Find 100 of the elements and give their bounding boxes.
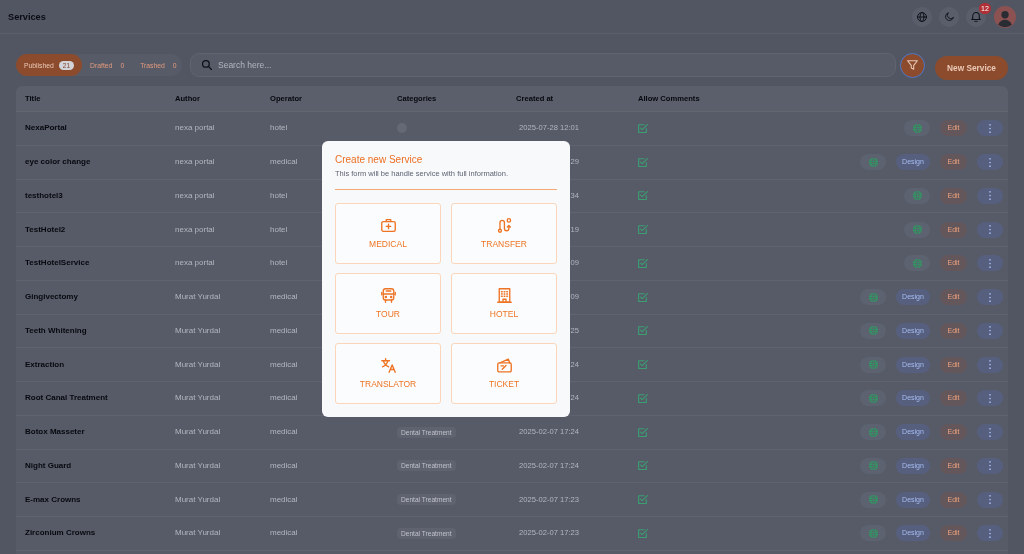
ticket-icon [496, 358, 512, 373]
author-name: Murat Yurdal [175, 460, 221, 471]
service-type-option[interactable]: MEDICAL [335, 203, 441, 264]
operator-type: hotel [270, 258, 288, 269]
globe-icon [912, 258, 922, 268]
globe-button[interactable] [860, 322, 886, 339]
operator-type: medical [270, 427, 298, 438]
author-name: Murat Yurdal [175, 359, 221, 370]
more-button[interactable] [977, 390, 1003, 407]
more-button[interactable] [977, 491, 1003, 508]
search-field[interactable]: Search here... [190, 53, 896, 77]
author-name: nexa portal [175, 224, 215, 235]
more-button[interactable] [977, 457, 1003, 474]
more-button[interactable] [977, 154, 1003, 171]
globe-button[interactable] [904, 120, 930, 137]
author-name: Murat Yurdal [175, 427, 221, 438]
bus-icon [380, 288, 396, 303]
author-name: Murat Yurdal [175, 325, 221, 336]
globe-icon [912, 123, 922, 133]
dialog-title: Create new Service [335, 154, 424, 166]
more-button[interactable] [977, 525, 1003, 542]
service-type-option[interactable]: TRANSFER [451, 203, 557, 264]
service-type-option[interactable]: TICKET [451, 343, 557, 404]
service-type-option[interactable]: TOUR [335, 273, 441, 334]
service-title: Zirconium Crowns [25, 528, 96, 539]
author-name: Murat Yurdal [175, 494, 221, 505]
author-name: Murat Yurdal [175, 292, 221, 303]
theme-button[interactable] [939, 6, 959, 27]
more-button[interactable] [977, 120, 1003, 137]
service-title: E-max Crowns [25, 494, 81, 505]
service-title: Night Guard [25, 460, 72, 471]
globe-button[interactable] [904, 221, 930, 238]
more-button[interactable] [977, 221, 1003, 238]
operator-type: medical [270, 359, 298, 370]
author-name: nexa portal [175, 258, 215, 269]
operator-type: hotel [270, 224, 288, 235]
service-type-option[interactable]: HOTEL [451, 273, 557, 334]
operator-type: hotel [270, 123, 288, 134]
search-icon [202, 60, 212, 70]
globe-icon [868, 157, 878, 167]
globe-button[interactable] [860, 289, 886, 306]
globe-button[interactable] [860, 424, 886, 441]
author-name: Murat Yurdal [175, 393, 221, 404]
more-button[interactable] [977, 356, 1003, 373]
operator-type: medical [270, 460, 298, 471]
globe-icon [868, 326, 878, 336]
more-button[interactable] [977, 187, 1003, 204]
author-name: nexa portal [175, 157, 215, 168]
globe-icon [868, 292, 878, 302]
globe-icon [912, 191, 922, 201]
globe-button[interactable] [904, 255, 930, 272]
operator-type: hotel [270, 190, 288, 201]
globe-icon [868, 360, 878, 370]
service-title: eye color change [25, 157, 91, 168]
service-title: Gingivectomy [25, 292, 78, 303]
service-title: Extraction [25, 359, 65, 370]
globe-button[interactable] [860, 457, 886, 474]
globe-button[interactable] [860, 154, 886, 171]
globe-icon [868, 427, 878, 437]
medical-kit-icon [380, 218, 396, 233]
more-button[interactable] [977, 255, 1003, 272]
globe-icon [868, 461, 878, 471]
service-title: NexaPortal [25, 123, 67, 134]
more-button[interactable] [977, 289, 1003, 306]
operator-type: medical [270, 393, 298, 404]
avatar-icon[interactable] [994, 5, 1016, 28]
bell-icon [971, 11, 981, 22]
service-title: TestHotelService [25, 258, 90, 269]
globe-icon [868, 528, 878, 538]
route-icon [496, 218, 512, 233]
globe-icon [912, 225, 922, 235]
operator-type: medical [270, 528, 298, 539]
language-button[interactable] [912, 6, 932, 27]
moon-icon [944, 11, 954, 22]
operator-type: medical [270, 157, 298, 168]
more-button[interactable] [977, 322, 1003, 339]
globe-icon [868, 393, 878, 403]
service-title: Teeth Whitening [25, 325, 87, 336]
operator-type: medical [270, 494, 298, 505]
globe-button[interactable] [904, 187, 930, 204]
operator-type: medical [270, 325, 298, 336]
new-service-button[interactable]: New Service [935, 56, 1008, 80]
globe-icon [868, 495, 878, 505]
operator-type: medical [270, 292, 298, 303]
service-title: testhotel3 [25, 190, 63, 201]
globe-button[interactable] [860, 491, 886, 508]
globe-icon [917, 11, 927, 22]
translate-icon [380, 358, 396, 373]
building-icon [496, 288, 512, 303]
page-title: Services [8, 10, 46, 23]
globe-button[interactable] [860, 356, 886, 373]
globe-button[interactable] [860, 390, 886, 407]
globe-button[interactable] [860, 525, 886, 542]
more-button[interactable] [977, 424, 1003, 441]
filter-button[interactable] [900, 52, 925, 78]
author-name: Murat Yurdal [175, 528, 221, 539]
filter-icon [907, 60, 918, 70]
author-name: nexa portal [175, 190, 215, 201]
service-title: TestHotel2 [25, 224, 66, 235]
service-type-option[interactable]: TRANSLATOR [335, 343, 441, 404]
